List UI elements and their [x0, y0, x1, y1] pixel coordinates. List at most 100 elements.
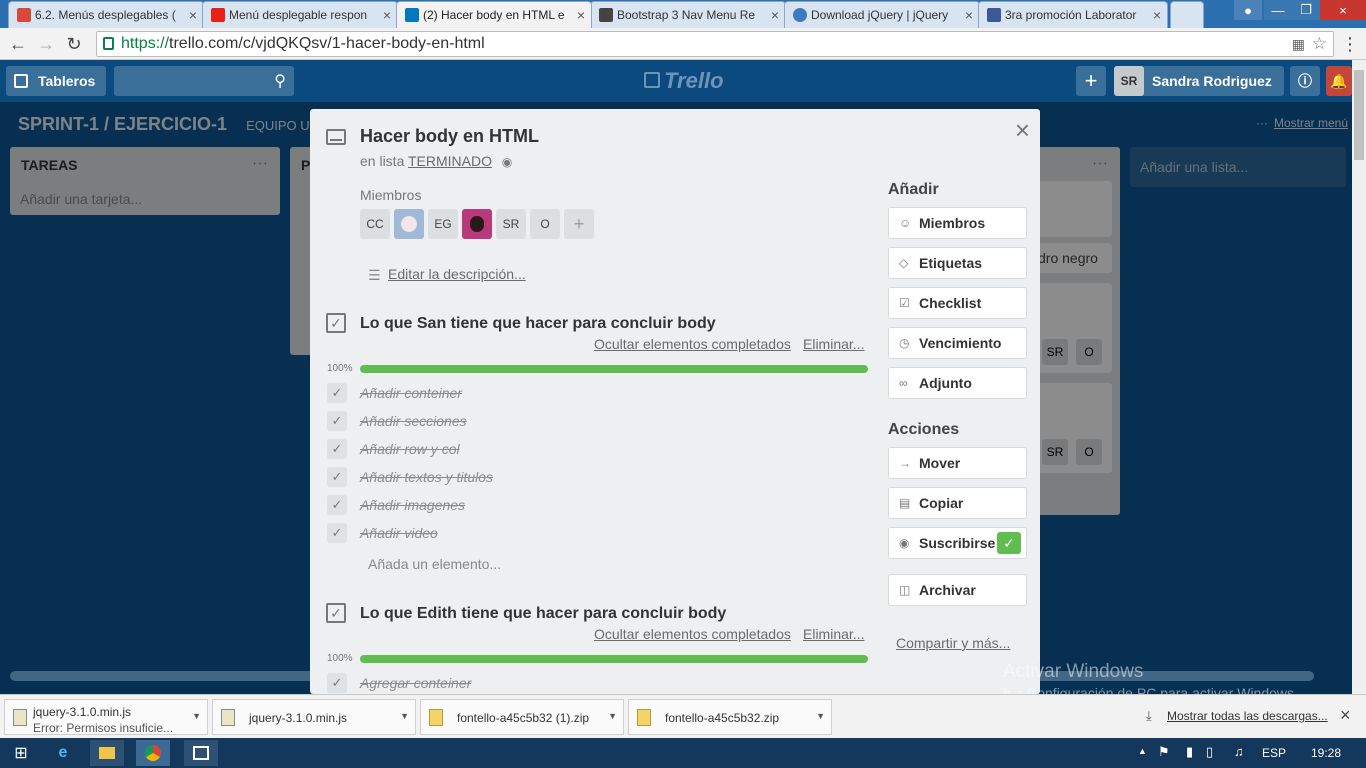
edit-description-link[interactable]: Editar la descripción...	[388, 266, 526, 282]
add-member-button[interactable]: +	[564, 209, 594, 239]
hide-completed-link[interactable]: Ocultar elementos completados	[594, 336, 791, 352]
browser-tab-3-active[interactable]: (2) Hacer body en HTML e ×	[396, 1, 592, 28]
delete-checklist-link[interactable]: Eliminar...	[803, 626, 864, 642]
app-window-icon[interactable]	[184, 740, 218, 766]
button-label: Archivar	[919, 582, 976, 598]
forward-arrow-icon[interactable]: →	[34, 32, 58, 56]
new-tab-button[interactable]	[1170, 1, 1204, 28]
list-name-link[interactable]: TERMINADO	[408, 153, 492, 169]
card-title[interactable]: Hacer body en HTML	[360, 126, 539, 147]
member-avatar-photo[interactable]	[462, 209, 492, 239]
scrollbar-thumb[interactable]	[1354, 70, 1364, 160]
download-filename: jquery-3.1.0.min.js	[249, 711, 348, 725]
add-checklist-item-link[interactable]: Añada un elemento...	[368, 556, 501, 572]
browser-tab-4[interactable]: Bootstrap 3 Nav Menu Re ×	[590, 1, 786, 28]
member-avatar-cc[interactable]: CC	[360, 209, 390, 239]
close-tab-icon[interactable]: ×	[383, 7, 391, 23]
labels-button[interactable]: ◇ Etiquetas	[888, 247, 1027, 279]
bookmark-star-icon[interactable]: ☆	[1312, 32, 1327, 56]
chrome-icon[interactable]	[136, 740, 170, 766]
checklist-title[interactable]: Lo que Edith tiene que hacer para conclu…	[360, 605, 726, 623]
member-avatar-photo[interactable]	[394, 209, 424, 239]
translate-icon[interactable]: ▦	[1292, 32, 1305, 56]
restore-window-button[interactable]: ❐	[1292, 0, 1320, 20]
delete-checklist-link[interactable]: Eliminar...	[803, 336, 864, 352]
attachment-button[interactable]: ∞ Adjunto	[888, 367, 1027, 399]
create-plus-button[interactable]: +	[1076, 66, 1106, 96]
minimize-window-button[interactable]: —	[1264, 0, 1292, 20]
file-explorer-icon[interactable]	[90, 740, 124, 766]
internet-explorer-icon[interactable]: e	[46, 740, 80, 766]
download-item[interactable]: jquery-3.1.0.min.js Error: Permisos insu…	[4, 699, 208, 735]
close-window-button[interactable]: ×	[1320, 0, 1366, 20]
show-all-downloads-link[interactable]: Mostrar todas las descargas...	[1167, 709, 1328, 723]
checklist-item-checkbox[interactable]: ✓	[327, 673, 347, 693]
boards-button[interactable]: Tableros	[6, 66, 106, 96]
notifications-bell-icon[interactable]: 🔔	[1326, 66, 1352, 96]
chevron-down-icon[interactable]: ▼	[400, 711, 409, 721]
close-modal-button[interactable]: ×	[1015, 115, 1030, 146]
checklist-item-checkbox[interactable]: ✓	[327, 467, 347, 487]
battery-icon[interactable]: ▮	[1186, 744, 1193, 760]
checklist-item-checkbox[interactable]: ✓	[327, 383, 347, 403]
close-tab-icon[interactable]: ×	[1153, 7, 1161, 23]
reload-icon[interactable]: ↻	[62, 32, 86, 56]
close-downloads-bar-button[interactable]: ×	[1340, 705, 1351, 726]
copy-button[interactable]: ▤ Copiar	[888, 487, 1027, 519]
subscribe-button[interactable]: ◉ Suscribirse ✓	[888, 527, 1027, 559]
checklist-item-checkbox[interactable]: ✓	[327, 523, 347, 543]
hide-completed-link[interactable]: Ocultar elementos completados	[594, 626, 791, 642]
tray-chevron-up-icon[interactable]: ▲	[1138, 746, 1147, 756]
checklist-title[interactable]: Lo que San tiene que hacer para concluir…	[360, 315, 716, 333]
close-tab-icon[interactable]: ×	[771, 7, 779, 23]
chevron-down-icon[interactable]: ▼	[192, 711, 201, 721]
trello-logo[interactable]: Trello	[644, 68, 724, 94]
checklist-item-checkbox[interactable]: ✓	[327, 411, 347, 431]
checklist-item[interactable]: Agregar conteiner	[360, 675, 471, 691]
checklist-item[interactable]: Añadir textos y titulos	[360, 469, 493, 485]
browser-tab-1[interactable]: 6.2. Menús desplegables ( ×	[8, 1, 204, 28]
volume-icon[interactable]: ♫	[1234, 744, 1244, 759]
checklist-item[interactable]: Añadir row y col	[360, 441, 460, 457]
checklist-item-checkbox[interactable]: ✓	[327, 439, 347, 459]
chevron-down-icon[interactable]: ▼	[608, 711, 617, 721]
members-button[interactable]: ☺ Miembros	[888, 207, 1027, 239]
network-signal-icon[interactable]: ▯	[1206, 744, 1213, 760]
browser-tab-2[interactable]: Menú desplegable respon ×	[202, 1, 398, 28]
browser-tab-5[interactable]: Download jQuery | jQuery ×	[784, 1, 980, 28]
board-search-input[interactable]: ⚲	[114, 66, 294, 96]
chrome-menu-icon[interactable]: ⋮	[1338, 32, 1362, 56]
checklist-item-checkbox[interactable]: ✓	[327, 495, 347, 515]
checklist-item[interactable]: Añadir conteiner	[360, 385, 462, 401]
windows-start-icon[interactable]: ⊞	[4, 740, 38, 766]
download-item[interactable]: fontello-a45c5b32 (1).zip ▼	[420, 699, 624, 735]
member-avatar-sr[interactable]: SR	[496, 209, 526, 239]
action-center-flag-icon[interactable]: ⚑	[1158, 744, 1170, 760]
close-tab-icon[interactable]: ×	[189, 7, 197, 23]
language-indicator[interactable]: ESP	[1262, 746, 1286, 760]
checklist-item[interactable]: Añadir imagenes	[360, 497, 465, 513]
archive-button[interactable]: ◫ Archivar	[888, 574, 1027, 606]
member-avatar-eg[interactable]: EG	[428, 209, 458, 239]
member-avatar-o[interactable]: O	[530, 209, 560, 239]
checklist-item[interactable]: Añadir secciones	[360, 413, 467, 429]
tab-title: Download jQuery | jQuery	[811, 8, 949, 22]
close-tab-icon[interactable]: ×	[965, 7, 973, 23]
checklist-button[interactable]: ☑ Checklist	[888, 287, 1027, 319]
user-profile-icon[interactable]: ●	[1234, 0, 1262, 20]
close-tab-icon[interactable]: ×	[577, 7, 585, 23]
share-more-link[interactable]: Compartir y más...	[896, 635, 1010, 651]
checklist-item[interactable]: Añadir video	[360, 525, 438, 541]
due-date-button[interactable]: ◷ Vencimiento	[888, 327, 1027, 359]
chevron-down-icon[interactable]: ▼	[816, 711, 825, 721]
back-arrow-icon[interactable]: ←	[6, 32, 30, 56]
page-scrollbar[interactable]	[1352, 60, 1366, 694]
move-button[interactable]: → Mover	[888, 447, 1027, 479]
download-item[interactable]: jquery-3.1.0.min.js ▼	[212, 699, 416, 735]
browser-tab-6[interactable]: 3ra promoción Laborator ×	[978, 1, 1168, 28]
address-bar[interactable]: https://trello.com/c/vjdQKQsv/1-hacer-bo…	[96, 31, 1334, 57]
info-icon[interactable]: ⓘ	[1290, 66, 1320, 96]
download-item[interactable]: fontello-a45c5b32.zip ▼	[628, 699, 832, 735]
clock-time[interactable]: 19:28	[1311, 746, 1341, 760]
user-menu-button[interactable]: SR Sandra Rodriguez	[1114, 66, 1284, 96]
